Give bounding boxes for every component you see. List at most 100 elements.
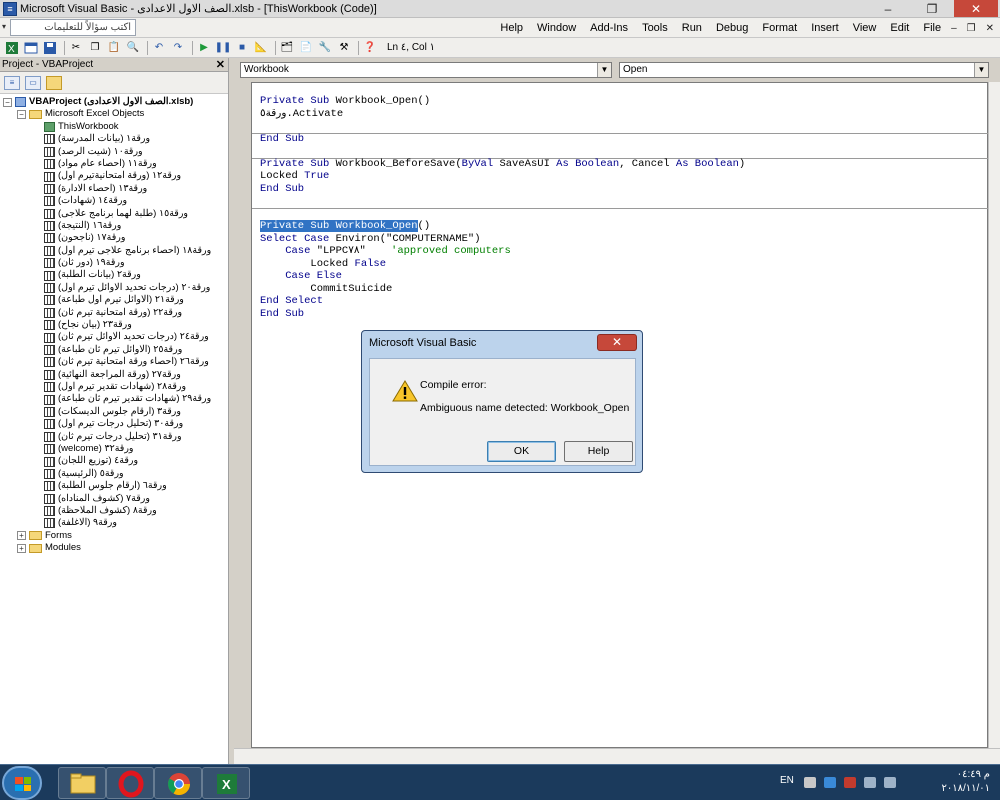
tree-sheet-item[interactable]: ورقة١٥ (طلبة لهما برنامج علاجى) — [0, 208, 228, 220]
tree-forms[interactable]: + Forms — [0, 530, 228, 542]
expand-icon[interactable]: + — [17, 531, 26, 541]
reset-icon[interactable]: ■ — [234, 40, 250, 56]
view-excel-icon[interactable]: X — [4, 40, 20, 56]
run-icon[interactable]: ▶ — [196, 40, 212, 56]
doc-close-button[interactable]: ✕ — [986, 23, 994, 34]
doc-minimize-button[interactable]: – — [951, 23, 957, 34]
tree-sheet-item[interactable]: ورقة١٣ (احصاء الادارة) — [0, 183, 228, 195]
tree-sheet-item[interactable]: ورقة٢٢ (ورقة امتحانية تيرم ثان) — [0, 307, 228, 319]
tree-thisworkbook[interactable]: ThisWorkbook — [0, 121, 228, 133]
help-button[interactable]: Help — [564, 441, 633, 462]
tree-sheet-item[interactable]: ورقة١٧ (ناجحون) — [0, 232, 228, 244]
menu-window[interactable]: Window — [537, 22, 576, 34]
menu-file[interactable]: File — [923, 22, 941, 34]
tree-sheet-item[interactable]: ورقة١٤ (شهادات) — [0, 195, 228, 207]
tree-sheet-item[interactable]: ورقة٢٣ (بيان نجاح) — [0, 319, 228, 331]
restore-button[interactable]: ❐ — [910, 0, 954, 17]
tree-sheet-item[interactable]: ورقة١١ (احصاء عام مواد) — [0, 158, 228, 170]
dialog-close-button[interactable]: ✕ — [597, 334, 637, 351]
menu-view[interactable]: View — [853, 22, 877, 34]
break-icon[interactable]: ❚❚ — [215, 40, 232, 56]
tray-app-icon[interactable] — [824, 777, 836, 788]
tree-sheet-item[interactable]: ورقة٣١ (تحليل درجات تيرم ثان) — [0, 431, 228, 443]
tree-root[interactable]: − VBAProject (الصف الاول الاعدادى.xlsb) — [0, 96, 228, 108]
ok-button[interactable]: OK — [487, 441, 556, 462]
dropdown-arrow-icon[interactable]: ▼ — [597, 63, 611, 77]
tree-sheet-item[interactable]: ورقة٢٤ (درجات تحديد الاوائل تيرم ثان) — [0, 331, 228, 343]
copy-icon[interactable]: ❐ — [87, 40, 103, 56]
view-object-icon[interactable]: ▭ — [25, 75, 41, 90]
taskbar-explorer[interactable] — [58, 767, 106, 799]
toggle-folders-icon[interactable] — [46, 75, 62, 90]
design-mode-icon[interactable]: 📐 — [253, 40, 269, 56]
tree-modules[interactable]: + Modules — [0, 542, 228, 554]
help-search-input[interactable]: ▾ اكتب سؤالاً للتعليمات — [2, 19, 136, 36]
tree-sheet-item[interactable]: ورقة٣٢ (welcome) — [0, 443, 228, 455]
menu-format[interactable]: Format — [762, 22, 797, 34]
tree-sheet-item[interactable]: ورقة١ (بيانات المدرسة) — [0, 133, 228, 145]
expand-icon[interactable]: + — [17, 543, 26, 553]
collapse-icon[interactable]: − — [17, 110, 26, 120]
tree-sheet-item[interactable]: ورقة٩ (الاغلفة) — [0, 517, 228, 529]
tree-sheet-item[interactable]: ورقة٢٠ (درجات تحديد الاوائل تيرم اول) — [0, 282, 228, 294]
vertical-scrollbar[interactable] — [988, 82, 1000, 748]
language-indicator[interactable]: EN — [780, 775, 794, 786]
object-browser-icon[interactable]: 🔧 — [317, 40, 333, 56]
volume-icon[interactable] — [884, 777, 896, 788]
tree-sheet-item[interactable]: ورقة١٢ (ورقة امتحانيةتيرم اول) — [0, 170, 228, 182]
tree-sheet-item[interactable]: ورقة٢٩ (شهادات تقدير تيرم ثان طباعة) — [0, 393, 228, 405]
help-icon[interactable]: ❓ — [362, 40, 378, 56]
find-icon[interactable]: 🔍 — [125, 40, 141, 56]
toolbox-icon[interactable]: ⚒ — [336, 40, 352, 56]
tree-sheet-item[interactable]: ورقة٢٦ (احصاء ورقة امتحانية تيرم ثان) — [0, 356, 228, 368]
dropdown-arrow-icon[interactable]: ▼ — [974, 63, 988, 77]
tray-arrow-icon[interactable] — [804, 777, 816, 788]
insert-userform-icon[interactable] — [23, 40, 39, 56]
menu-debug[interactable]: Debug — [716, 22, 748, 34]
tree-sheet-item[interactable]: ورقة٢٥ (الاوائل تيرم ثان طباعة) — [0, 344, 228, 356]
taskbar-excel[interactable]: X — [202, 767, 250, 799]
menu-add-ins[interactable]: Add-Ins — [590, 22, 628, 34]
start-button[interactable] — [2, 766, 42, 800]
tree-sheet-item[interactable]: ورقة٧ (كشوف المناداه) — [0, 493, 228, 505]
tree-sheet-item[interactable]: ورقة٢٨ (شهادات تقدير تيرم اول) — [0, 381, 228, 393]
tree-sheet-item[interactable]: ورقة٥ (الرئيسية) — [0, 468, 228, 480]
save-icon[interactable] — [42, 40, 58, 56]
procedure-dropdown[interactable]: Open ▼ — [619, 62, 989, 78]
network-icon[interactable] — [864, 777, 876, 788]
view-code-icon[interactable]: ≡ — [4, 75, 20, 90]
tree-sheet-item[interactable]: ورقة٣٠ (تحليل درجات تيرم اول) — [0, 418, 228, 430]
tree-sheet-item[interactable]: ورقة٦ (ارقام جلوس الطلبة) — [0, 480, 228, 492]
menu-run[interactable]: Run — [682, 22, 702, 34]
undo-icon[interactable]: ↶ — [151, 40, 167, 56]
tree-sheet-item[interactable]: ورقة١٦ (النتيجة) — [0, 220, 228, 232]
project-explorer-icon[interactable]: 🗂 — [279, 40, 295, 56]
taskbar-opera[interactable] — [106, 767, 154, 799]
tree-sheet-item[interactable]: ورقة٢٧ (ورقة المراجعة النهائية) — [0, 369, 228, 381]
tree-sheet-item[interactable]: ورقة١٠ (شيت الرصد) — [0, 146, 228, 158]
clock[interactable]: م ٠٤:٤٩ ٢٠١٨/١١/٠١ — [941, 768, 990, 796]
menu-edit[interactable]: Edit — [890, 22, 909, 34]
horizontal-scrollbar[interactable] — [234, 748, 1000, 764]
menu-help[interactable]: Help — [500, 22, 523, 34]
redo-icon[interactable]: ↷ — [170, 40, 186, 56]
taskbar-chrome[interactable] — [154, 767, 202, 799]
close-button[interactable]: ✕ — [954, 0, 998, 17]
help-dropdown-icon[interactable]: ▾ — [2, 20, 6, 33]
menu-tools[interactable]: Tools — [642, 22, 668, 34]
tree-sheet-item[interactable]: ورقة٢ (بيانات الطلبة) — [0, 269, 228, 281]
cut-icon[interactable]: ✂ — [68, 40, 84, 56]
tray-flag-icon[interactable] — [844, 777, 856, 788]
tree-sheet-item[interactable]: ورقة٣ (ارقام جلوس الديسكات) — [0, 406, 228, 418]
tree-sheet-item[interactable]: ورقة٤ (توزيع اللجان) — [0, 455, 228, 467]
project-explorer-close-icon[interactable]: ✕ — [216, 58, 225, 72]
tree-sheet-item[interactable]: ورقة٢١ (الاوائل تيرم اول طباعة) — [0, 294, 228, 306]
tree-sheet-item[interactable]: ورقة١٩ (دور ثان) — [0, 257, 228, 269]
menu-insert[interactable]: Insert — [811, 22, 839, 34]
tree-sheet-item[interactable]: ورقة٨ (كشوف الملاحظة) — [0, 505, 228, 517]
tree-excel-objects[interactable]: − Microsoft Excel Objects — [0, 108, 228, 120]
tree-sheet-item[interactable]: ورقة١٨ (احصاء برنامج علاجى تيرم اول) — [0, 245, 228, 257]
object-dropdown[interactable]: Workbook ▼ — [240, 62, 612, 78]
paste-icon[interactable]: 📋 — [106, 40, 122, 56]
collapse-icon[interactable]: − — [3, 97, 12, 107]
